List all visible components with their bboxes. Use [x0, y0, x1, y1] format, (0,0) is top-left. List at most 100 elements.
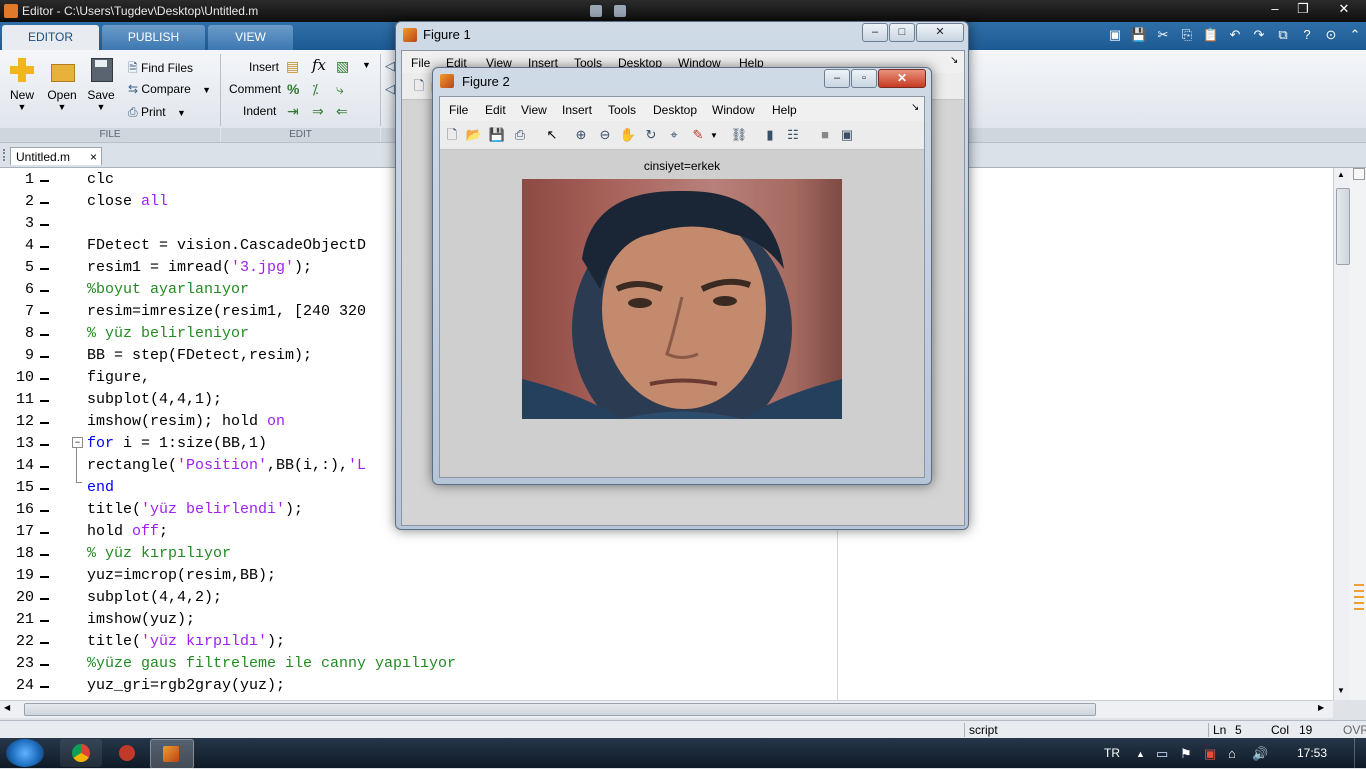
print-figure-icon[interactable]: ⎙ [511, 126, 529, 144]
quick-paste-icon[interactable]: 📋 [1202, 26, 1220, 44]
breakpoint-marker[interactable] [40, 664, 49, 666]
quick-copy-icon[interactable]: ⎘ [1178, 26, 1196, 44]
action-center-flag-icon[interactable]: ⚑ [1180, 746, 1192, 762]
figure2-menu-edit[interactable]: Edit [485, 103, 506, 117]
code-line[interactable]: BB = step(FDetect,resim); [87, 347, 312, 364]
clock[interactable]: 17:53 [1297, 746, 1327, 760]
insert-dropdown-icon[interactable]: ▼ [362, 60, 371, 70]
open-file-icon[interactable]: 📂 [465, 126, 483, 144]
code-line[interactable]: title('yüz kırpıldı'); [87, 633, 285, 650]
show-plot-tools-icon[interactable]: ▣ [838, 126, 856, 144]
scroll-up-icon[interactable]: ▲ [1337, 170, 1345, 179]
code-line[interactable]: imshow(yuz); [87, 611, 195, 628]
code-line[interactable]: figure, [87, 369, 150, 386]
hide-plot-tools-icon[interactable]: ■ [816, 126, 834, 144]
breakpoint-marker[interactable] [40, 510, 49, 512]
code-line[interactable]: % yüz kırpılıyor [87, 545, 231, 562]
figure2-menu-help[interactable]: Help [772, 103, 797, 117]
decrease-indent-icon[interactable]: ⇐ [336, 103, 348, 120]
figure2-menu-file[interactable]: File [449, 103, 468, 117]
figure1-dock-icon[interactable]: ↘ [950, 55, 958, 66]
tab-view[interactable]: VIEW [208, 25, 293, 50]
figure2-menu-view[interactable]: View [521, 103, 547, 117]
code-line[interactable]: clc [87, 171, 114, 188]
figure2-menu-desktop[interactable]: Desktop [653, 103, 697, 117]
insert-cell-icon[interactable]: ▧ [336, 58, 349, 75]
ribbon-collapse-icon[interactable]: ⌃ [1346, 26, 1364, 44]
close-button[interactable]: ✕ [1326, 0, 1362, 18]
insert-legend-icon[interactable]: ☷ [784, 126, 802, 144]
data-cursor-icon[interactable]: ⌖ [665, 126, 683, 144]
warning-marker[interactable] [1354, 590, 1364, 592]
breakpoint-marker[interactable] [40, 620, 49, 622]
breakpoint-marker[interactable] [40, 180, 49, 182]
quick-undo-icon[interactable]: ↶ [1226, 26, 1244, 44]
horizontal-scrollbar[interactable]: ◀ ▶ [0, 700, 1333, 718]
breakpoint-marker[interactable] [40, 642, 49, 644]
code-line[interactable]: subplot(4,4,1); [87, 391, 222, 408]
figure2-minimize-button[interactable]: – [824, 69, 850, 88]
navigate-icon[interactable]: ◁ [385, 81, 395, 97]
tray-display-icon[interactable]: ▭ [1156, 746, 1168, 762]
start-button[interactable] [6, 739, 44, 767]
figure2-maximize-button[interactable]: ▫ [851, 69, 877, 88]
document-tab-close-icon[interactable]: × [90, 148, 97, 166]
warning-marker[interactable] [1354, 602, 1364, 604]
uncomment-icon[interactable]: ⁒ [312, 81, 318, 98]
figure1-new-figure-icon[interactable]: 🗋 [410, 77, 428, 95]
horizontal-scroll-thumb[interactable] [24, 703, 1096, 716]
code-line[interactable]: hold off; [87, 523, 168, 540]
breakpoint-marker[interactable] [40, 290, 49, 292]
code-analyzer-indicator[interactable] [1353, 168, 1365, 180]
navigate-back-icon[interactable]: ◁ [385, 58, 395, 74]
document-tab-untitled[interactable]: Untitled.m × [10, 147, 102, 165]
breakpoint-marker[interactable] [40, 356, 49, 358]
code-line[interactable]: yuz=imcrop(resim,BB); [87, 567, 276, 584]
edit-plot-arrow-icon[interactable]: ↖ [543, 126, 561, 144]
breakpoint-marker[interactable] [40, 532, 49, 534]
quick-access-menu-icon[interactable]: ⊙ [1322, 26, 1340, 44]
breakpoint-marker[interactable] [40, 378, 49, 380]
new-figure-icon[interactable]: 🗋 [443, 126, 461, 144]
tray-expand-icon[interactable]: ▲ [1136, 749, 1145, 759]
code-line[interactable]: yuz_gri=rgb2gray(yuz); [87, 677, 285, 694]
code-line[interactable]: resim=imresize(resim1, [240 320 [87, 303, 366, 320]
quick-redo-icon[interactable]: ↷ [1250, 26, 1268, 44]
taskbar-app-button[interactable] [106, 739, 148, 767]
show-desktop-button[interactable] [1354, 738, 1366, 768]
smart-indent-icon[interactable]: ⇥ [287, 103, 299, 120]
breakpoint-marker[interactable] [40, 202, 49, 204]
warning-marker[interactable] [1354, 608, 1364, 610]
scroll-down-icon[interactable]: ▼ [1337, 686, 1345, 695]
figure2-menu-insert[interactable]: Insert [562, 103, 592, 117]
zoom-in-icon[interactable]: ⊕ [572, 126, 590, 144]
rotate-3d-icon[interactable]: ↻ [642, 126, 660, 144]
open-button[interactable]: Open ▼ [42, 56, 82, 112]
vertical-scroll-thumb[interactable] [1336, 188, 1350, 265]
quick-switch-windows-icon[interactable]: ⧉ [1274, 26, 1292, 44]
scroll-left-icon[interactable]: ◀ [4, 703, 10, 712]
insert-function-icon[interactable]: fx [312, 56, 326, 74]
figure1-menu-file[interactable]: File [411, 56, 430, 70]
breakpoint-marker[interactable] [40, 466, 49, 468]
compare-button[interactable]: ⇆ Compare ▼ [128, 82, 211, 96]
save-figure-icon[interactable]: 💾 [488, 126, 506, 144]
breakpoint-marker[interactable] [40, 224, 49, 226]
pan-hand-icon[interactable]: ✋ [619, 126, 637, 144]
warning-marker[interactable] [1354, 596, 1364, 598]
code-line[interactable]: title('yüz belirlendi'); [87, 501, 303, 518]
breakpoint-marker[interactable] [40, 488, 49, 490]
quick-access-layout-icon[interactable]: ▣ [1106, 26, 1124, 44]
find-files-button[interactable]: 🗎 Find Files [128, 59, 193, 80]
minimize-button[interactable]: – [1260, 0, 1290, 18]
insert-colorbar-icon[interactable]: ▮ [761, 126, 779, 144]
figure2-dock-icon[interactable]: ↘ [911, 102, 919, 113]
breakpoint-marker[interactable] [40, 422, 49, 424]
tab-editor[interactable]: EDITOR [2, 25, 99, 50]
zoom-out-icon[interactable]: ⊖ [596, 126, 614, 144]
maximize-button[interactable]: ❐ [1288, 0, 1318, 18]
wrap-comments-icon[interactable]: ⤷ [336, 81, 344, 98]
breakpoint-marker[interactable] [40, 268, 49, 270]
figure1-close-button[interactable]: ✕ [916, 23, 964, 42]
breakpoint-marker[interactable] [40, 400, 49, 402]
